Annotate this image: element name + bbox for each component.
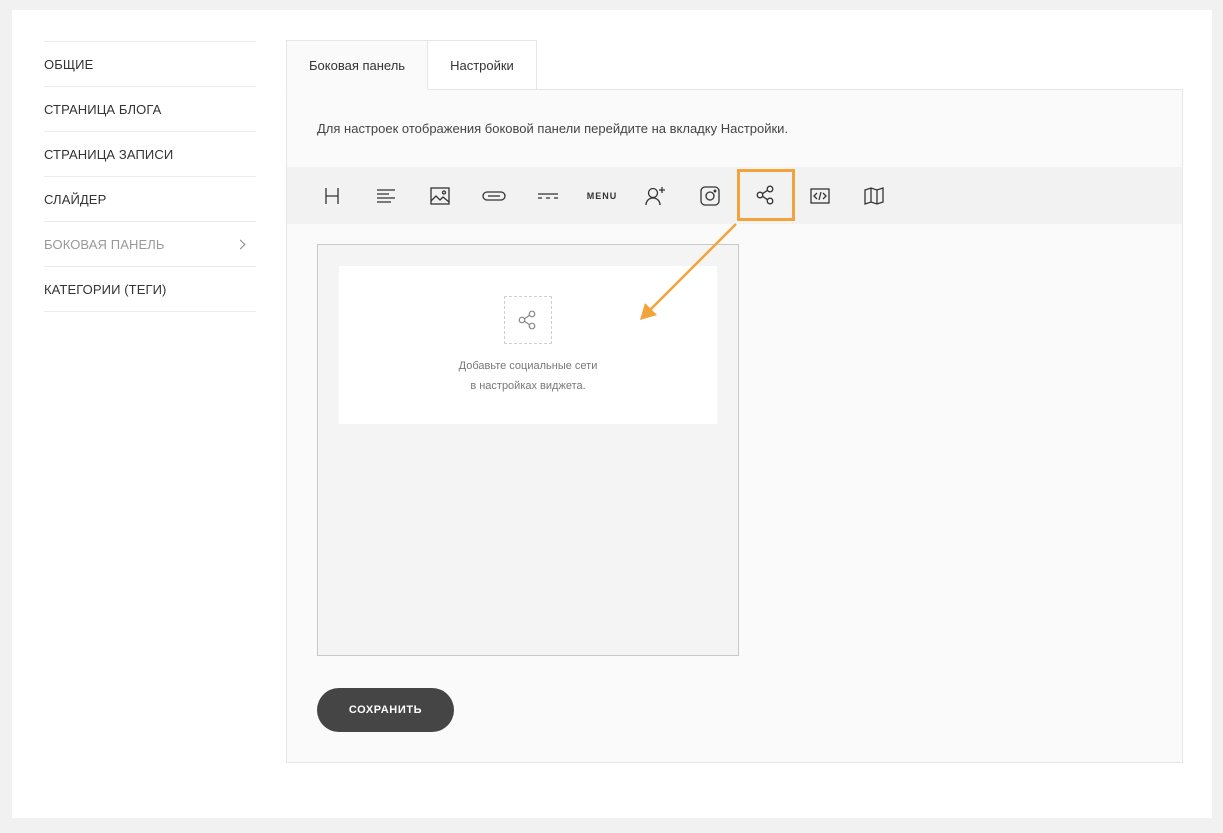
instagram-widget-button[interactable] — [683, 167, 737, 224]
sidebar-item-label: БОКОВАЯ ПАНЕЛЬ — [44, 236, 165, 252]
tab-content-panel: Для настроек отображения боковой панели … — [286, 89, 1183, 763]
code-icon — [810, 187, 830, 204]
share-widget-button[interactable] — [737, 169, 795, 221]
menu-icon: MENU — [586, 190, 618, 201]
subscribe-widget-button[interactable] — [629, 167, 683, 224]
button-widget-button[interactable] — [467, 167, 521, 224]
sidebar-item-general[interactable]: ОБЩИЕ — [44, 42, 256, 87]
widget-text-line: Добавьте социальные сети — [458, 360, 598, 372]
sidebar-dropzone[interactable]: Добавьте социальные сети в настройках ви… — [317, 244, 739, 656]
subscribe-user-icon — [645, 186, 665, 205]
settings-card: ОБЩИЕ СТРАНИЦА БЛОГА СТРАНИЦА ЗАПИСИ СЛА… — [12, 10, 1212, 818]
menu-widget-button[interactable]: MENU — [575, 167, 629, 224]
share-icon — [756, 185, 774, 205]
sidebar-item-blog-page[interactable]: СТРАНИЦА БЛОГА — [44, 87, 256, 132]
sidebar-item-sidebar-panel[interactable]: БОКОВАЯ ПАНЕЛЬ — [44, 222, 256, 267]
sidebar-item-label: СЛАЙДЕР — [44, 191, 107, 207]
sidebar-item-slider[interactable]: СЛАЙДЕР — [44, 177, 256, 222]
chevron-right-icon — [235, 239, 246, 249]
widget-placeholder-text: Добавьте социальные сети в настройках ви… — [339, 356, 717, 396]
sidebar-item-label: КАТЕГОРИИ (ТЕГИ) — [44, 281, 167, 297]
divider-icon — [538, 192, 558, 199]
sidebar-nav: ОБЩИЕ СТРАНИЦА БЛОГА СТРАНИЦА ЗАПИСИ СЛА… — [44, 41, 256, 312]
social-share-widget[interactable]: Добавьте социальные сети в настройках ви… — [339, 266, 717, 424]
sidebar-item-label: ОБЩИЕ — [44, 56, 94, 72]
image-widget-button[interactable] — [413, 167, 467, 224]
heading-widget-button[interactable] — [305, 167, 359, 224]
tab-settings[interactable]: Настройки — [428, 40, 537, 90]
widget-text-line: в настройках виджета. — [470, 380, 586, 392]
sidebar-item-label: СТРАНИЦА БЛОГА — [44, 101, 162, 117]
heading-icon — [325, 187, 339, 204]
save-button[interactable]: СОХРАНИТЬ — [317, 688, 454, 732]
instagram-icon — [700, 185, 720, 206]
code-widget-button[interactable] — [793, 167, 847, 224]
widget-icon-placeholder — [504, 296, 552, 344]
text-align-icon — [377, 188, 395, 203]
divider-widget-button[interactable] — [521, 167, 575, 224]
share-icon — [518, 310, 536, 330]
widget-toolbar: MENU — [287, 167, 1182, 224]
tab-bar: Боковая панель Настройки — [286, 40, 537, 90]
map-widget-button[interactable] — [847, 167, 901, 224]
sidebar-item-label: СТРАНИЦА ЗАПИСИ — [44, 146, 174, 162]
sidebar-item-categories[interactable]: КАТЕГОРИИ (ТЕГИ) — [44, 267, 256, 312]
map-icon — [864, 186, 884, 205]
tab-sidebar-panel[interactable]: Боковая панель — [286, 40, 429, 90]
button-icon — [482, 190, 506, 201]
panel-hint-text: Для настроек отображения боковой панели … — [317, 121, 789, 136]
sidebar-item-post-page[interactable]: СТРАНИЦА ЗАПИСИ — [44, 132, 256, 177]
text-widget-button[interactable] — [359, 167, 413, 224]
image-icon — [430, 186, 450, 205]
